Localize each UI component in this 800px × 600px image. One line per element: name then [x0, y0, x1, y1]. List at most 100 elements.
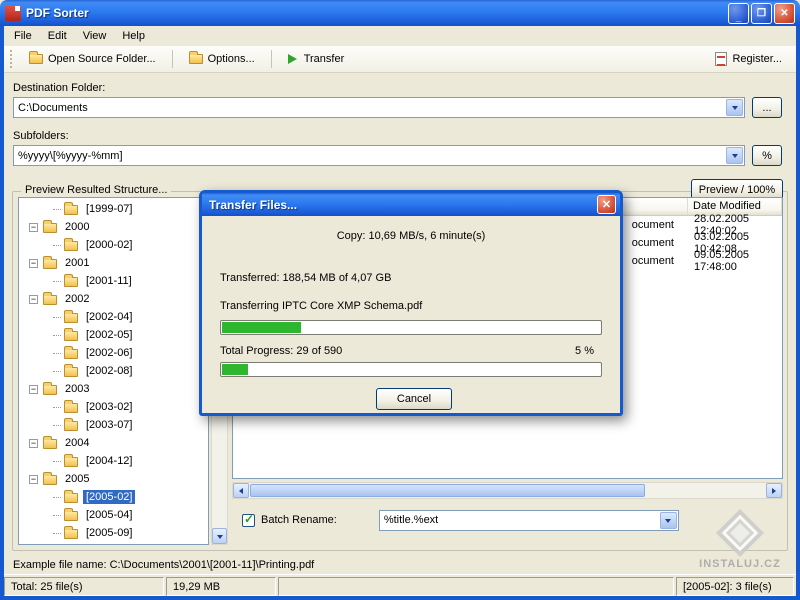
transferred-text: Transferred: 188,54 MB of 4,07 GB [220, 272, 391, 284]
toolbar: Open Source Folder... Options... Transfe… [4, 46, 796, 73]
collapse-icon[interactable]: − [29, 439, 38, 448]
tree-item-2005-02[interactable]: [2005-02] [19, 488, 208, 506]
total-progress-text: Total Progress: 29 of 590 [220, 345, 342, 357]
collapse-icon[interactable]: − [29, 475, 38, 484]
tree-item-2003-02[interactable]: [2003-02] [19, 398, 208, 416]
percent-variables-button[interactable]: % [752, 145, 782, 166]
arrow-right-icon [772, 488, 779, 494]
folder-icon [64, 349, 78, 359]
tree-item-2003-07[interactable]: [2003-07] [19, 416, 208, 434]
title-bar[interactable]: PDF Sorter _ ❐ ✕ [0, 0, 800, 26]
tree-connector [53, 515, 61, 516]
status-bar: Total: 25 file(s) 19,29 MB [2005-02]: 3 … [4, 574, 796, 596]
destination-folder-combo[interactable] [13, 97, 745, 118]
destination-dropdown-button[interactable] [726, 99, 743, 116]
tree-item-label: [2002-05] [83, 328, 135, 342]
tree-item-2004-12[interactable]: [2004-12] [19, 452, 208, 470]
tree-item-label: 2005 [62, 472, 92, 486]
close-button[interactable]: ✕ [774, 3, 795, 24]
collapse-icon[interactable]: − [29, 259, 38, 268]
transfer-button[interactable]: Transfer [280, 49, 353, 69]
collapse-icon[interactable]: − [29, 295, 38, 304]
dialog-body: Copy: 10,69 MB/s, 6 minute(s) Transferre… [202, 216, 620, 416]
tree-item-2004[interactable]: −2004 [19, 434, 208, 452]
scroll-left-button[interactable] [233, 483, 249, 498]
folder-tree[interactable]: [1999-07]−2000[2000-02]−2001[2001-11]−20… [18, 197, 209, 545]
transferring-file-text: Transferring IPTC Core XMP Schema.pdf [220, 300, 422, 312]
tree-item-2002[interactable]: − 2002 [19, 290, 208, 308]
file-list-horizontal-scrollbar[interactable] [232, 482, 783, 499]
folder-icon [64, 493, 78, 503]
subfolders-combo[interactable] [13, 145, 745, 166]
tree-item-2003[interactable]: −2003 [19, 380, 208, 398]
tree-item-2005-04[interactable]: [2005-04] [19, 506, 208, 524]
tree-connector [53, 497, 61, 498]
batch-rename-input[interactable] [380, 514, 659, 526]
tree-item-label: [2005-04] [83, 508, 135, 522]
maximize-button[interactable]: ❐ [751, 3, 772, 24]
arrow-down-icon [217, 535, 223, 542]
dialog-title: Transfer Files... [206, 198, 597, 212]
register-button[interactable]: Register... [707, 48, 790, 70]
browse-button[interactable]: ... [752, 97, 782, 118]
minimize-button[interactable]: _ [728, 3, 749, 24]
batch-rename-checkbox[interactable]: ✓ [242, 514, 255, 527]
collapse-icon[interactable]: − [29, 385, 38, 394]
watermark: INSTALUJ.CZ [690, 516, 790, 570]
menu-view[interactable]: View [75, 27, 115, 45]
batch-rename-dropdown-button[interactable] [660, 512, 677, 529]
tree-item-label: 2002 [62, 292, 92, 306]
tree-connector [53, 209, 61, 210]
total-progress-bar [220, 362, 602, 377]
subfolders-dropdown-button[interactable] [726, 147, 743, 164]
scroll-right-button[interactable] [766, 483, 782, 498]
folder-icon [64, 529, 78, 539]
dialog-close-button[interactable]: ✕ [597, 195, 616, 214]
options-button[interactable]: Options... [181, 49, 263, 69]
menu-file[interactable]: File [6, 27, 40, 45]
tree-item-label: [2003-07] [83, 418, 135, 432]
menu-help[interactable]: Help [114, 27, 153, 45]
tree-item-2000[interactable]: −2000 [19, 218, 208, 236]
menu-edit[interactable]: Edit [40, 27, 75, 45]
folder-icon [43, 475, 57, 485]
batch-rename-combo[interactable] [379, 510, 679, 531]
folder-icon [64, 331, 78, 341]
tree-item-2001[interactable]: −2001 [19, 254, 208, 272]
total-progress-percent: 5 % [575, 345, 594, 357]
subfolders-input[interactable] [14, 150, 725, 162]
folder-icon [43, 259, 57, 269]
copy-speed-text: Copy: 10,69 MB/s, 6 minute(s) [202, 230, 620, 242]
register-icon [715, 52, 727, 66]
total-progress-fill [222, 364, 248, 375]
scrollbar-thumb[interactable] [250, 484, 645, 497]
tree-item-2002-06[interactable]: [2002-06] [19, 344, 208, 362]
tree-item-2005[interactable]: − 2005 [19, 470, 208, 488]
folder-icon [64, 241, 78, 251]
destination-folder-label: Destination Folder: [13, 82, 105, 94]
tree-item-label: [2000-02] [83, 238, 135, 252]
open-source-folder-label: Open Source Folder... [48, 53, 156, 65]
destination-folder-input[interactable] [14, 102, 725, 114]
tree-item-label: [2001-11] [83, 274, 135, 288]
tree-connector [53, 317, 61, 318]
collapse-icon[interactable]: − [29, 223, 38, 232]
preview-group-label: Preview Resulted Structure... [21, 184, 171, 196]
tree-item-1999-07[interactable]: [1999-07] [19, 200, 208, 218]
tree-item-2001-11[interactable]: [2001-11] [19, 272, 208, 290]
scroll-down-button[interactable] [212, 528, 227, 544]
dialog-title-bar[interactable]: Transfer Files... ✕ [202, 193, 620, 216]
tree-item-2002-08[interactable]: [2002-08] [19, 362, 208, 380]
register-label: Register... [732, 53, 782, 65]
tree-item-2002-04[interactable]: [2002-04] [19, 308, 208, 326]
tree-item-2000-02[interactable]: [2000-02] [19, 236, 208, 254]
open-source-folder-button[interactable]: Open Source Folder... [21, 49, 164, 69]
check-icon: ✓ [244, 512, 254, 526]
watermark-text: INSTALUJ.CZ [690, 558, 790, 570]
cancel-button[interactable]: Cancel [376, 388, 452, 410]
tree-item-2005-09[interactable]: [2005-09] [19, 524, 208, 542]
transfer-files-dialog: Transfer Files... ✕ Copy: 10,69 MB/s, 6 … [199, 190, 623, 416]
toolbar-grip[interactable] [10, 50, 13, 68]
tree-item-2002-05[interactable]: [2002-05] [19, 326, 208, 344]
tree-item-label: [2004-12] [83, 454, 135, 468]
